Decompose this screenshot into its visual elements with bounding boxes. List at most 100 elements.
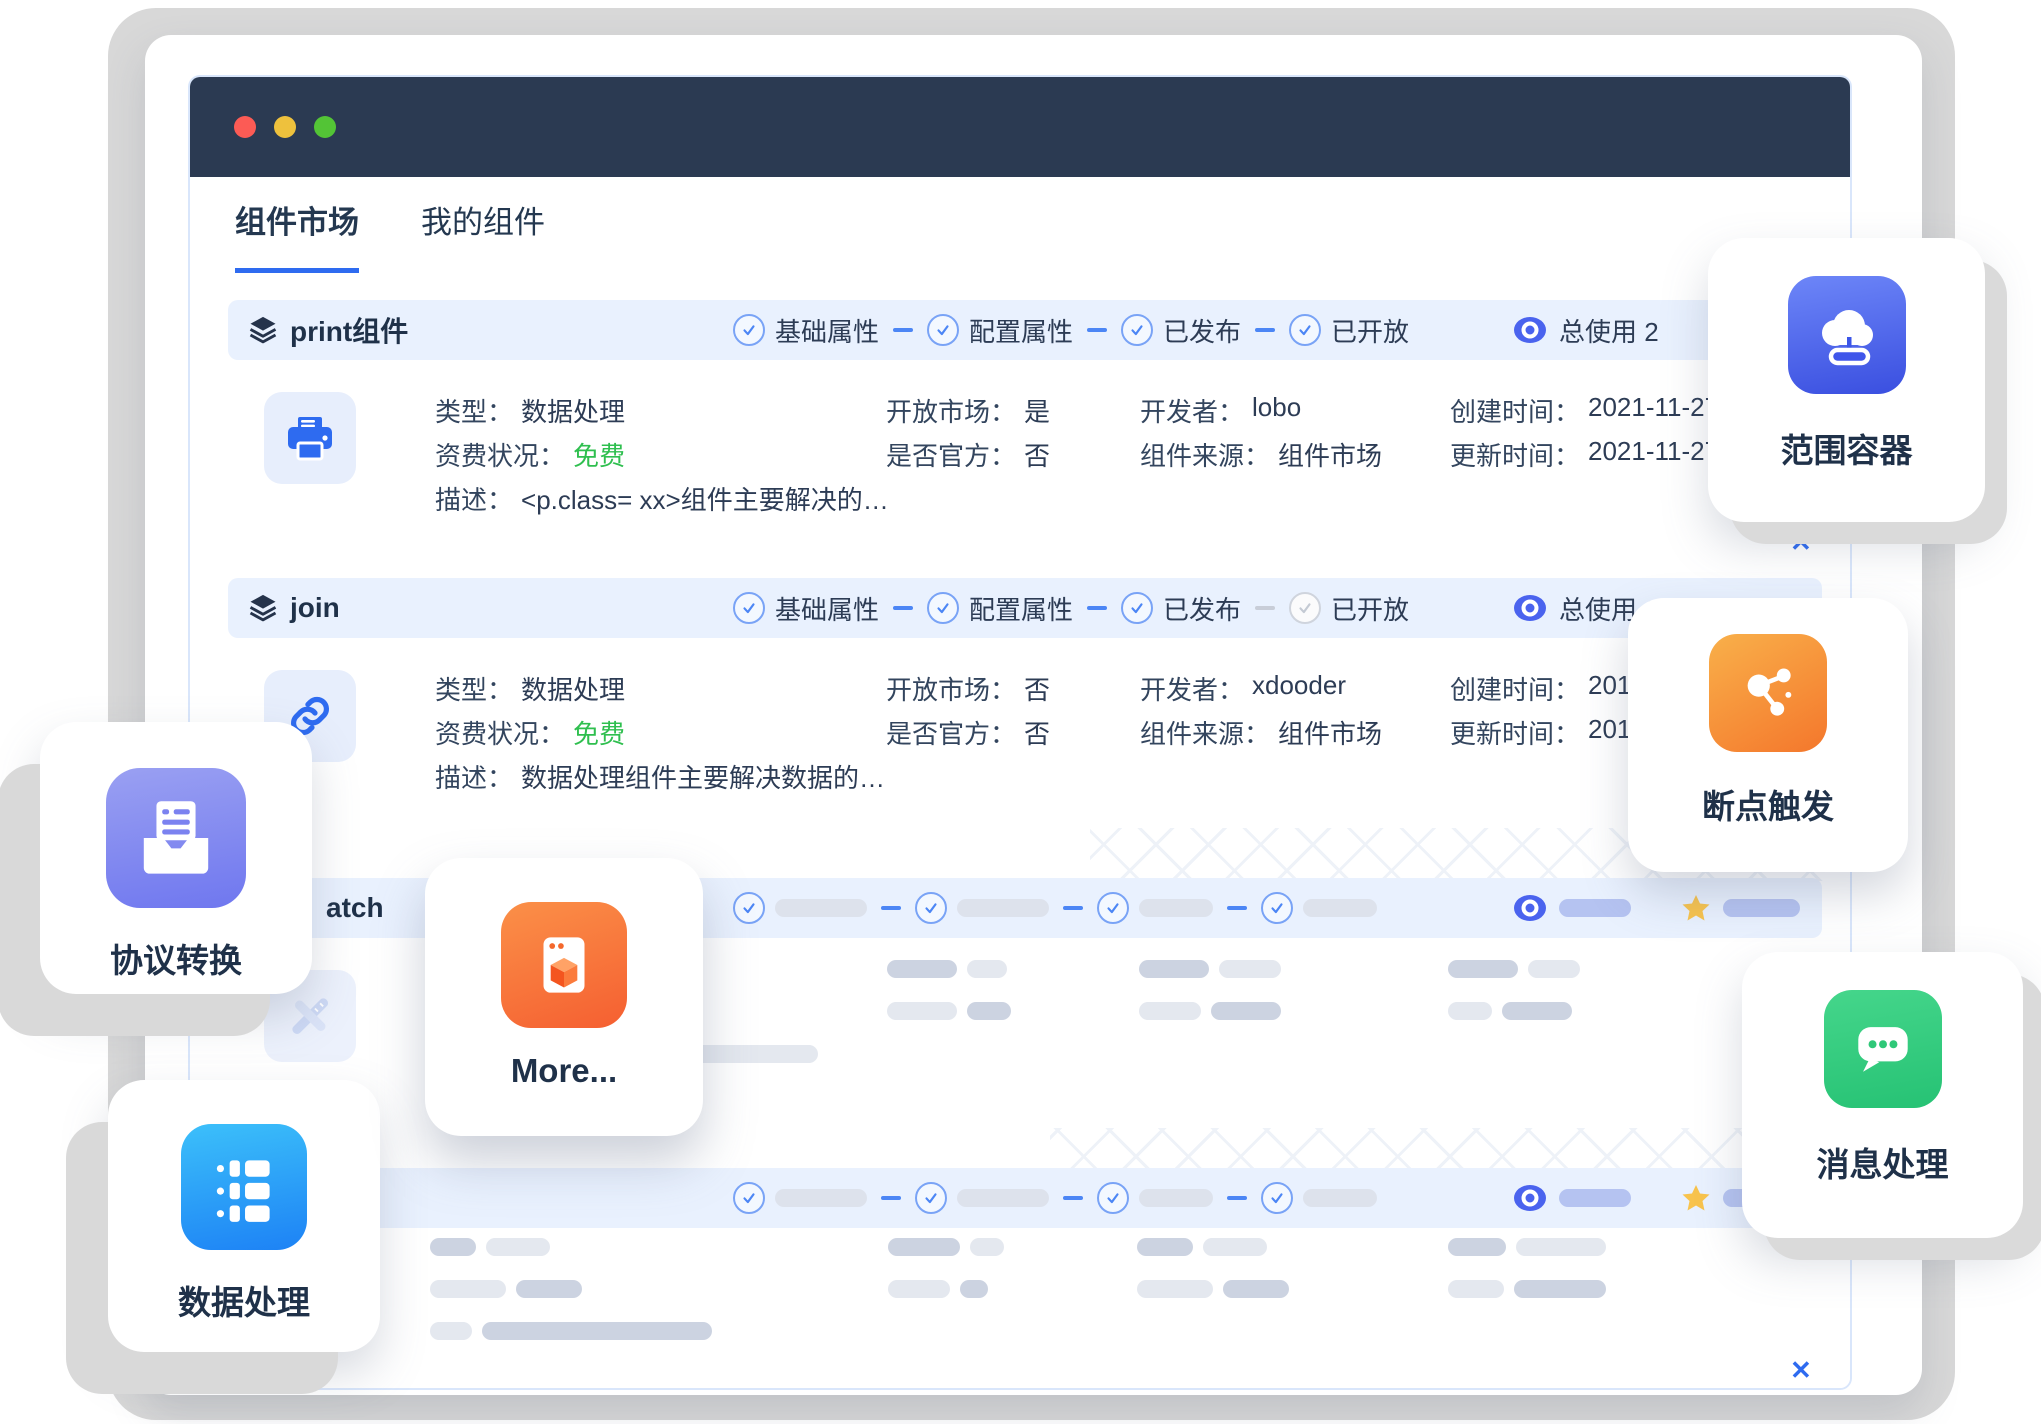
status-steps: 基础属性 配置属性 已发布 已开放 <box>733 300 1409 360</box>
usage-count: 总使用 2 <box>1559 312 1659 349</box>
maximize-window-dot[interactable] <box>314 116 336 138</box>
chip-label: 断点触发 <box>1702 780 1834 828</box>
stage: 组件市场 我的组件 print组件 基础属性 <box>0 0 2041 1424</box>
skeleton-pill <box>486 1238 550 1256</box>
field-value: lobo <box>1252 392 1301 429</box>
card-body <box>228 1228 1822 1390</box>
collapse-panel-button[interactable]: ✕ <box>1790 1355 1812 1386</box>
field-label: 类型： <box>435 392 513 429</box>
field-label: 组件来源： <box>1140 436 1270 473</box>
skeleton-pill <box>1559 1189 1631 1207</box>
skeleton-pill <box>1211 1002 1281 1020</box>
card-body: 类型：数据处理 资费状况：免费 描述：数据处理组件主要解决数据的… 开放市场：否… <box>228 638 1822 828</box>
field-label: 是否官方： <box>886 714 1016 751</box>
component-card-join[interactable]: join 基础属性 配置属性 已发布 已开放 <box>228 578 1822 828</box>
component-card-skeleton[interactable] <box>228 1168 1822 1390</box>
field-label: 创建时间： <box>1450 392 1580 429</box>
skeleton-pill <box>1528 960 1580 978</box>
step-label: 基础属性 <box>775 590 879 627</box>
skeleton-pill <box>1502 1002 1572 1020</box>
card-title: atch <box>326 892 384 924</box>
step-connector <box>1063 1196 1083 1200</box>
skeleton-pill <box>1137 1238 1193 1256</box>
field-value: 数据处理 <box>521 392 625 429</box>
skeleton-pill <box>430 1280 506 1298</box>
status-steps-skeleton <box>733 878 1377 938</box>
field-label: 组件来源： <box>1140 714 1270 751</box>
field-label: 更新时间： <box>1450 436 1580 473</box>
app-panel: 组件市场 我的组件 print组件 基础属性 <box>188 75 1852 1390</box>
step-connector <box>881 906 901 910</box>
step-check-icon <box>1261 1182 1293 1214</box>
skeleton-pill <box>1448 1280 1504 1298</box>
collapse-card-button[interactable]: ✕ <box>1790 527 1812 558</box>
component-card-print[interactable]: print组件 基础属性 配置属性 已发布 已开放 <box>228 300 1822 550</box>
tab-my-components[interactable]: 我的组件 <box>421 197 545 273</box>
skeleton-pill <box>960 1280 988 1298</box>
skeleton-pill <box>1137 1280 1213 1298</box>
chip-scope-container[interactable]: 范围容器 <box>1708 238 1985 522</box>
step-check-icon <box>927 592 959 624</box>
skeleton-pill <box>967 960 1007 978</box>
chip-protocol-conversion[interactable]: 协议转换 <box>40 722 312 994</box>
skeleton-pill <box>775 899 867 917</box>
close-window-dot[interactable] <box>234 116 256 138</box>
field-label: 描述： <box>435 480 513 517</box>
skeleton-pill <box>1516 1238 1606 1256</box>
skeleton-pill <box>1303 1189 1377 1207</box>
minimize-window-dot[interactable] <box>274 116 296 138</box>
step-check-icon <box>1121 314 1153 346</box>
skeleton-pill <box>1448 1238 1506 1256</box>
skeleton-pill <box>1203 1238 1267 1256</box>
skeleton-pill <box>887 960 957 978</box>
card-title: join <box>290 592 340 624</box>
step-connector <box>1087 328 1107 332</box>
molecule-icon <box>1709 634 1827 752</box>
card-header: print组件 基础属性 配置属性 已发布 已开放 <box>228 300 1822 360</box>
field-value: 数据处理 <box>521 670 625 707</box>
step-check-icon <box>733 892 765 924</box>
step-check-icon <box>927 314 959 346</box>
field-label: 资费状况： <box>435 714 565 751</box>
skeleton-pill <box>775 1189 867 1207</box>
tab-component-market[interactable]: 组件市场 <box>235 197 359 273</box>
step-check-icon <box>915 1182 947 1214</box>
chip-label: 消息处理 <box>1817 1138 1949 1186</box>
field-value: 组件市场 <box>1278 436 1382 473</box>
chip-breakpoint-trigger[interactable]: 断点触发 <box>1628 598 1908 872</box>
chip-more[interactable]: More... <box>425 858 703 1136</box>
field-value-free: 免费 <box>573 714 625 751</box>
layers-icon <box>248 315 278 345</box>
field-value: 是 <box>1024 392 1050 429</box>
step-connector <box>1227 1196 1247 1200</box>
skeleton-pill <box>1219 960 1281 978</box>
status-steps-skeleton <box>733 1168 1377 1228</box>
skeleton-pill <box>957 1189 1049 1207</box>
step-connector <box>1087 606 1107 610</box>
store-box-icon <box>501 902 627 1028</box>
skeleton-pill <box>967 1002 1011 1020</box>
chat-bubble-icon <box>1824 990 1942 1108</box>
skeleton-pill <box>888 1238 960 1256</box>
step-check-icon <box>733 1182 765 1214</box>
field-label: 类型： <box>435 670 513 707</box>
step-check-icon <box>733 592 765 624</box>
card-body: 类型：数据处理 资费状况：免费 描述：<p.class= xx>组件主要解决的…… <box>228 360 1822 550</box>
step-label: 配置属性 <box>969 312 1073 349</box>
field-label: 资费状况： <box>435 436 565 473</box>
chip-message-processing[interactable]: 消息处理 <box>1742 952 2023 1238</box>
skeleton-pill <box>1723 899 1800 917</box>
field-label: 是否官方： <box>886 436 1016 473</box>
skeleton-pill <box>887 1002 957 1020</box>
step-label: 已发布 <box>1163 590 1241 627</box>
step-label: 已开放 <box>1331 590 1409 627</box>
chip-data-processing[interactable]: 数据处理 <box>108 1080 380 1352</box>
step-label: 配置属性 <box>969 590 1073 627</box>
step-connector <box>1063 906 1083 910</box>
field-label: 开放市场： <box>886 392 1016 429</box>
step-label: 已发布 <box>1163 312 1241 349</box>
card-stats-skeleton <box>1513 878 1800 938</box>
field-value-free: 免费 <box>573 436 625 473</box>
skeleton-pill <box>957 899 1049 917</box>
step-check-icon <box>733 314 765 346</box>
